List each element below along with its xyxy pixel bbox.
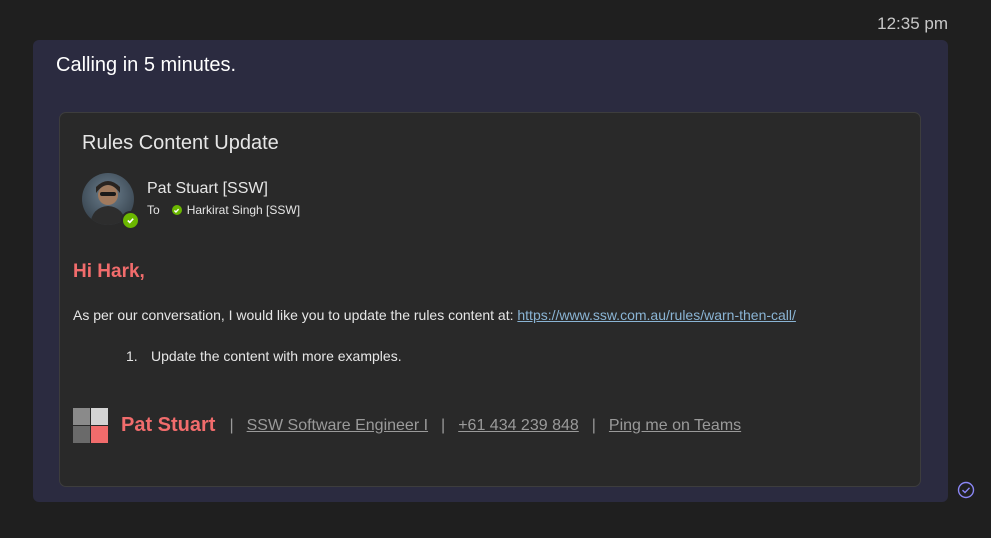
- email-subject: Rules Content Update: [82, 132, 279, 154]
- email-signature: Pat Stuart | SSW Software Engineer I | +…: [73, 408, 754, 443]
- seen-check-icon: [957, 481, 975, 499]
- to-label: To: [147, 203, 160, 217]
- email-body-text: As per our conversation, I would like yo…: [73, 307, 518, 323]
- recipient-line: To Harkirat Singh [SSW]: [147, 203, 300, 217]
- email-greeting: Hi Hark,: [73, 261, 145, 282]
- signature-separator: |: [229, 416, 234, 434]
- rules-link[interactable]: https://www.ssw.com.au/rules/warn-then-c…: [517, 307, 796, 323]
- signature-phone-link[interactable]: +61 434 239 848: [458, 417, 579, 435]
- presence-available-icon: [121, 211, 140, 230]
- list-item-text: Update the content with more examples.: [151, 348, 402, 364]
- signature-teams-link[interactable]: Ping me on Teams: [609, 417, 741, 435]
- list-item-number: 1.: [126, 348, 138, 364]
- email-body-line: As per our conversation, I would like yo…: [73, 307, 796, 323]
- signature-separator: |: [591, 416, 596, 434]
- signature-name: Pat Stuart: [121, 414, 216, 436]
- email-card[interactable]: Rules Content Update Pat Stuart [SSW] To…: [59, 112, 921, 487]
- sender-name[interactable]: Pat Stuart [SSW]: [147, 180, 268, 198]
- chat-message-bubble[interactable]: Calling in 5 minutes. Rules Content Upda…: [33, 40, 948, 502]
- recipient-name[interactable]: Harkirat Singh [SSW]: [187, 203, 300, 217]
- message-text: Calling in 5 minutes.: [56, 54, 237, 76]
- ssw-logo-icon: [73, 408, 108, 443]
- message-timestamp: 12:35 pm: [877, 14, 948, 33]
- list-item: 1. Update the content with more examples.: [126, 348, 402, 364]
- signature-separator: |: [441, 416, 446, 434]
- signature-title-link[interactable]: SSW Software Engineer I: [247, 417, 428, 435]
- recipient-presence-icon: [171, 205, 182, 215]
